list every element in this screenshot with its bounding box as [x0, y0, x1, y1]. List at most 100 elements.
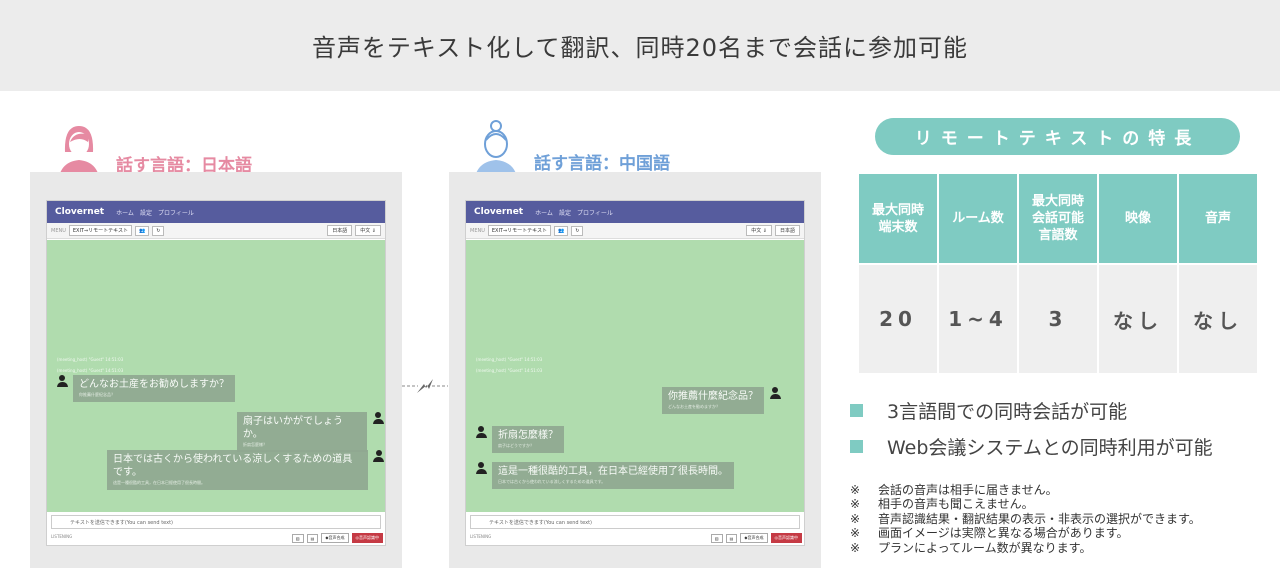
chat-message: 扇子はいかがでしょうか。 折扇怎麼樣？	[233, 412, 385, 452]
message-bubble: 你推薦什麼紀念品？ どんなお土産を勧めますか？	[662, 387, 764, 414]
voice-synthesis-button[interactable]: ◆音声合成	[740, 533, 768, 543]
meta-line: (meeting_host) "Guest" 14:51:03	[476, 368, 543, 373]
app-window-chinese: Clovernet ホーム 設定 プロフィール MENU EXIT⇒リモートテキ…	[465, 200, 805, 546]
meta-line: (meeting_host) "Guest" 14:51:03	[57, 357, 124, 362]
connection-icon	[402, 379, 448, 393]
message-bubble: どんなお土産をお勧めしますか？ 你推薦什麼紀念品？	[73, 375, 235, 402]
square-bullet-icon	[850, 439, 863, 453]
menu-label: MENU	[470, 227, 485, 234]
chat-message: 日本では古くから使われている涼しくするための道具です。 這是一種很酷的工具，在日…	[103, 450, 385, 490]
chat-area: (meeting_host) "Guest" 14:51:03 (meeting…	[466, 240, 804, 512]
app-header: Clovernet ホーム 設定 プロフィール	[47, 201, 385, 223]
bullet-item: Web会議システムとの同時利用が可能	[850, 428, 1213, 464]
header-max-devices: 最大同時 端末数	[857, 172, 939, 265]
header-max-languages: 最大同時 会話可能 言語数	[1017, 172, 1099, 265]
app-toolbar: MENU EXIT⇒リモートテキスト 👥 ↻ 日本語 中文 ⇓	[47, 223, 385, 239]
features-title: リモートテキストの特長	[875, 118, 1240, 155]
chat-message: 你推薦什麼紀念品？ どんなお土産を勧めますか？	[658, 387, 782, 414]
trash-icon[interactable]: ▥	[710, 533, 723, 543]
message-text: 日本では古くから使われている涼しくするための道具です。	[113, 454, 353, 478]
message-bubble: 折扇怎麼樣？ 扇子はどうですか？	[492, 426, 564, 453]
chat-message: 這是一種很酷的工具，在日本已經使用了很長時間。 日本では古くから使われている涼し…	[474, 462, 738, 489]
speaker-language-label: 話す言語：中国語	[534, 153, 670, 174]
value-max-devices: 20	[857, 263, 939, 375]
language-select-own[interactable]: 日本語	[327, 225, 353, 236]
language-select-target[interactable]: 日本語	[774, 225, 800, 236]
footnote: ※ 会話の音声は相手に届きません。	[850, 483, 1058, 497]
nav-settings[interactable]: 設定	[559, 208, 571, 217]
message-translation: 這是一種很酷的工具，在日本已經使用了很長時間。	[113, 480, 205, 485]
exit-button[interactable]: EXIT⇒リモートテキスト	[68, 225, 133, 236]
chat-area: (meeting_host) "Guest" 14:51:03 (meeting…	[47, 240, 385, 512]
message-input[interactable]: テキストを送信できます(You can send text)	[470, 515, 800, 529]
exit-button[interactable]: EXIT⇒リモートテキスト	[487, 225, 552, 236]
left-screen-panel: Clovernet ホーム 設定 プロフィール MENU EXIT⇒リモートテキ…	[30, 172, 402, 568]
voice-recognition-button[interactable]: ◎音声認識中	[351, 533, 383, 543]
footnotes: ※ 会話の音声は相手に届きません。 ※ 相手の音声も聞こえません。 ※ 音声認識結果・…	[850, 483, 1201, 555]
bullet-item: 3言語間での同時会話が可能	[850, 392, 1213, 428]
chat-message: 折扇怎麼樣？ 扇子はどうですか？	[474, 426, 568, 453]
trash-icon[interactable]: ▥	[291, 533, 304, 543]
user-avatar-icon	[474, 426, 488, 442]
message-translation: 扇子はどうですか？	[498, 443, 534, 448]
chat-message: どんなお土産をお勧めしますか？ 你推薦什麼紀念品？	[55, 375, 239, 402]
menu-label: MENU	[51, 227, 66, 234]
footnote: ※ 音声認識結果・翻訳結果の表示・非表示の選択ができます。	[850, 511, 1201, 526]
message-bubble: 扇子はいかがでしょうか。 折扇怎麼樣？	[237, 412, 368, 452]
value-max-languages: 3	[1017, 263, 1099, 375]
bullet-text: Web会議システムとの同時利用が可能	[887, 436, 1213, 459]
user-avatar-icon	[55, 375, 69, 391]
value-video: なし	[1097, 263, 1179, 375]
app-footer: LISTENING ▥ ▤ ◆音声合成 ◎音声認識中	[51, 532, 383, 544]
header-audio: 音声	[1177, 172, 1259, 265]
message-bubble: 日本では古くから使われている涼しくするための道具です。 這是一種很酷的工具，在日…	[107, 450, 368, 490]
message-translation: 日本では古くから使われている涼しくするための道具です。	[498, 479, 606, 484]
banner-title: 音声をテキスト化して翻訳、同時20名まで会話に参加可能	[311, 34, 969, 62]
message-translation: どんなお土産を勧めますか？	[668, 404, 720, 409]
voice-recognition-button[interactable]: ◎音声認識中	[770, 533, 802, 543]
nav-profile[interactable]: プロフィール	[158, 208, 194, 217]
message-translation: 你推薦什麼紀念品？	[79, 392, 115, 397]
users-icon[interactable]: 👥	[135, 225, 150, 236]
user-avatar-icon	[474, 462, 488, 478]
footnote: ※ プランによってルーム数が異なります。	[850, 540, 1092, 555]
message-text: 扇子はいかがでしょうか。	[243, 416, 343, 440]
user-avatar-icon	[768, 387, 782, 403]
meta-line: (meeting_host) "Guest" 14:51:03	[57, 368, 124, 373]
right-screen-panel: Clovernet ホーム 設定 プロフィール MENU EXIT⇒リモートテキ…	[449, 172, 821, 568]
nav-home[interactable]: ホーム	[535, 208, 553, 217]
voice-synthesis-button[interactable]: ◆音声合成	[321, 533, 349, 543]
refresh-icon[interactable]: ↻	[571, 225, 584, 236]
value-rooms: 1~4	[937, 263, 1019, 375]
user-avatar-icon	[371, 412, 385, 428]
app-footer: LISTENING ▥ ▤ ◆音声合成 ◎音声認識中	[470, 532, 802, 544]
user-avatar-icon	[372, 450, 385, 466]
footnote: ※ 相手の音声も聞こえません。	[850, 497, 1034, 512]
header-video: 映像	[1097, 172, 1179, 265]
app-header: Clovernet ホーム 設定 プロフィール	[466, 201, 804, 223]
message-text: 你推薦什麼紀念品？	[668, 391, 758, 402]
message-input[interactable]: テキストを送信できます(You can send text)	[51, 515, 381, 529]
nav-profile[interactable]: プロフィール	[577, 208, 613, 217]
language-select-target[interactable]: 中文 ⇓	[355, 225, 381, 236]
app-logo: Clovernet	[55, 207, 105, 217]
message-text: どんなお土産をお勧めしますか？	[79, 379, 229, 390]
nav-home[interactable]: ホーム	[116, 208, 134, 217]
status-text: LISTENING	[51, 534, 73, 539]
app-logo: Clovernet	[474, 207, 524, 217]
document-icon[interactable]: ▤	[725, 533, 738, 543]
top-banner: 音声をテキスト化して翻訳、同時20名まで会話に参加可能	[0, 0, 1280, 91]
feature-bullets: 3言語間での同時会話が可能 Web会議システムとの同時利用が可能	[850, 392, 1213, 464]
document-icon[interactable]: ▤	[306, 533, 319, 543]
status-text: LISTENING	[470, 534, 492, 539]
value-audio: なし	[1177, 263, 1259, 375]
message-text: 這是一種很酷的工具，在日本已經使用了很長時間。	[498, 466, 728, 477]
square-bullet-icon	[850, 403, 863, 417]
nav-settings[interactable]: 設定	[140, 208, 152, 217]
users-icon[interactable]: 👥	[554, 225, 569, 236]
meta-line: (meeting_host) "Guest" 14:51:03	[476, 357, 543, 362]
header-rooms: ルーム数	[937, 172, 1019, 265]
footnote: ※ 画面イメージは実際と異なる場合があります。	[850, 526, 1129, 541]
language-select-own[interactable]: 中文 ⇓	[746, 225, 772, 236]
refresh-icon[interactable]: ↻	[152, 225, 165, 236]
